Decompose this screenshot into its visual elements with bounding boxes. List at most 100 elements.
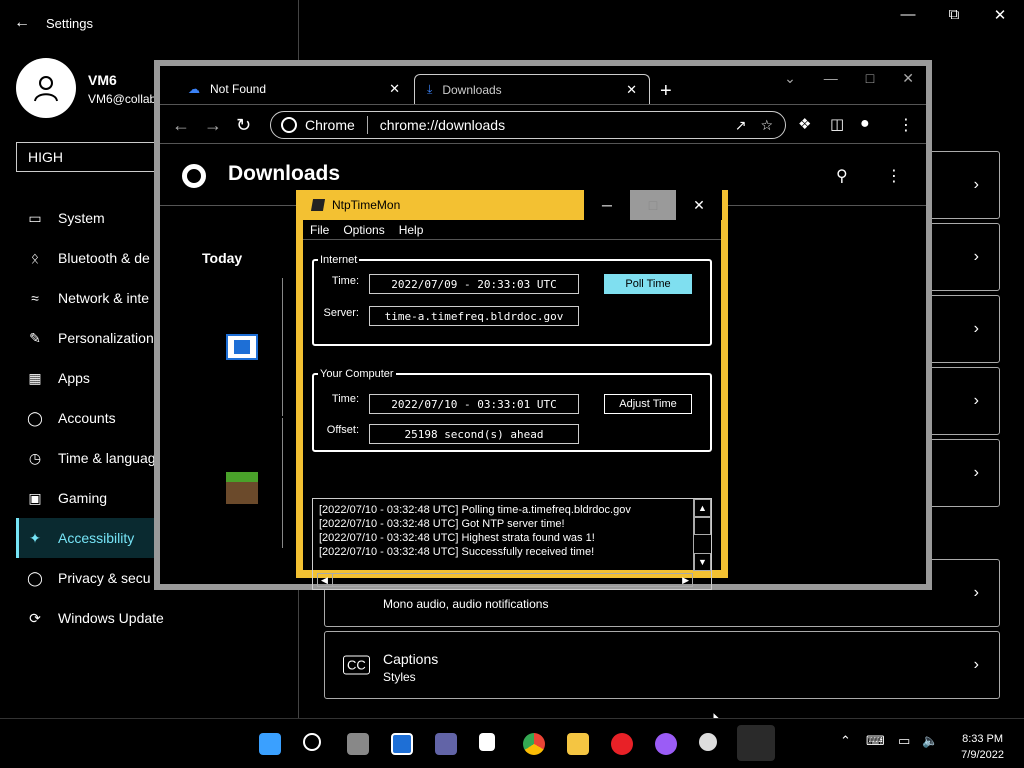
offset-field[interactable]: 25198 second(s) ahead [369, 424, 579, 444]
log-listbox[interactable]: [2022/07/10 - 03:32:48 UTC] Polling time… [312, 498, 712, 590]
ntptimemon-taskbar-button[interactable] [737, 725, 775, 761]
menu-help[interactable]: Help [392, 220, 431, 239]
bookmark-star-icon[interactable]: ☆ [760, 117, 773, 134]
ntp-body: File Options Help Internet Time: 2022/07… [303, 220, 721, 590]
close-icon[interactable]: ✕ [990, 6, 1010, 24]
minecraft-file-icon[interactable] [226, 472, 258, 504]
captions-card[interactable]: CC Captions Styles › [324, 631, 1000, 699]
close-icon: ✕ [693, 196, 705, 213]
back-arrow-icon[interactable]: ← [14, 14, 30, 32]
nav-item-network[interactable]: ≈ Network & inte [16, 278, 176, 318]
windows-start-icon[interactable] [259, 733, 281, 755]
restore-icon[interactable]: ⧉ [944, 6, 964, 24]
nav-item-apps[interactable]: ▦ Apps [16, 358, 176, 398]
minimize-button[interactable]: ─ [584, 190, 630, 220]
kebab-menu-icon[interactable]: ⋮ [898, 115, 914, 135]
omnibox-url[interactable]: chrome://downloads [380, 117, 505, 133]
server-label: Server: [323, 307, 359, 319]
settings-gear-icon[interactable] [699, 733, 717, 751]
internet-time-field[interactable]: 2022/07/09 - 20:33:03 UTC [369, 274, 579, 294]
taskbar-clock[interactable]: 8:33 PM 7/9/2022 [961, 731, 1004, 763]
nav-item-label: Windows Update [58, 610, 164, 626]
minimize-icon: ─ [602, 197, 612, 213]
address-bar[interactable]: Chrome chrome://downloads ↗ ☆ [270, 111, 786, 139]
computer-time-field[interactable]: 2022/07/10 - 03:33:01 UTC [369, 394, 579, 414]
maximize-icon[interactable]: □ [866, 70, 874, 87]
share-icon[interactable]: ↗ [735, 117, 747, 134]
nav-item-accessibility[interactable]: ✦ Accessibility [16, 518, 176, 558]
download-item-divider [282, 418, 283, 548]
adjust-time-button[interactable]: Adjust Time [604, 394, 692, 414]
nav-item-label: Accounts [58, 410, 116, 426]
teams-chat-icon[interactable] [435, 733, 457, 755]
chevron-up-icon[interactable]: ⌃ [840, 733, 851, 749]
log-line: [2022/07/10 - 03:32:48 UTC] Successfully… [319, 546, 595, 558]
back-arrow-icon[interactable]: ← [172, 115, 190, 136]
minimize-icon[interactable]: — [898, 6, 918, 24]
vertical-scrollbar[interactable]: ▲ ▼ [693, 499, 711, 571]
minimize-icon[interactable]: — [824, 70, 838, 87]
file-explorer-icon[interactable] [567, 733, 589, 755]
clock-globe-icon: ◷ [28, 449, 42, 466]
tab-close-icon[interactable]: ✕ [626, 82, 637, 98]
menu-file[interactable]: File [303, 220, 336, 239]
nav-item-system[interactable]: ▭ System [16, 198, 176, 238]
nav-item-time-language[interactable]: ◷ Time & languag [16, 438, 176, 478]
scroll-down-icon[interactable]: ▼ [694, 553, 711, 571]
profile-avatar-icon[interactable]: ● [860, 115, 870, 133]
task-view-icon[interactable] [347, 733, 369, 755]
widgets-icon[interactable] [391, 733, 413, 755]
yandex-browser-icon[interactable] [611, 733, 633, 755]
scroll-thumb-edge [332, 574, 333, 586]
nav-item-privacy[interactable]: ◯ Privacy & secu [16, 558, 176, 598]
scroll-thumb[interactable] [694, 517, 711, 535]
brush-icon: ✎ [29, 329, 41, 346]
nav-item-personalization[interactable]: ✎ Personalization [16, 318, 176, 358]
scroll-left-icon[interactable]: ◀ [321, 574, 328, 586]
search-icon[interactable]: ⚲ [836, 166, 848, 186]
apps-icon: ▦ [28, 369, 42, 386]
scroll-track[interactable] [694, 535, 711, 553]
settings-nav: ▭ System ᛟ Bluetooth & de ≈ Network & inte … [16, 198, 176, 638]
scroll-right-icon[interactable]: ▶ [682, 574, 689, 586]
horizontal-scrollbar[interactable]: ◀ ▶ [317, 573, 693, 587]
nav-item-label: Apps [58, 370, 90, 386]
volume-icon[interactable]: 🔈 [922, 733, 938, 749]
nav-item-gaming[interactable]: ▣ Gaming [16, 478, 176, 518]
tab-not-found[interactable]: ☁ Not Found ✕ [176, 74, 412, 104]
computer-time-label: Time: [331, 393, 359, 405]
tab-search-chevron-icon[interactable]: ⌄ [784, 70, 796, 87]
chrome-icon[interactable] [523, 733, 545, 755]
extensions-puzzle-icon[interactable]: ❖ [798, 115, 811, 133]
menu-options[interactable]: Options [336, 220, 391, 239]
nav-item-bluetooth[interactable]: ᛟ Bluetooth & de [16, 238, 176, 278]
side-panel-icon[interactable]: ◫ [830, 115, 844, 133]
tab-close-icon[interactable]: ✕ [389, 81, 400, 97]
person-icon [34, 76, 58, 102]
nav-item-accounts[interactable]: ◯ Accounts [16, 398, 176, 438]
scroll-up-icon[interactable]: ▲ [694, 499, 711, 517]
nav-item-label: Bluetooth & de [58, 250, 150, 266]
nav-item-windows-update[interactable]: ⟳ Windows Update [16, 598, 176, 638]
poll-time-button[interactable]: Poll Time [604, 274, 692, 294]
avatar[interactable] [16, 58, 76, 118]
alice-assistant-icon[interactable] [655, 733, 677, 755]
store-icon[interactable] [479, 733, 495, 751]
kebab-menu-icon[interactable]: ⋮ [886, 166, 902, 186]
close-button[interactable]: ✕ [676, 190, 722, 220]
new-tab-plus-icon[interactable]: + [660, 80, 672, 103]
forward-arrow-icon[interactable]: → [204, 115, 222, 136]
server-field[interactable]: time-a.timefreq.bldrdoc.gov [369, 306, 579, 326]
network-icon[interactable]: ▭ [898, 733, 910, 749]
keyboard-icon[interactable]: ⌨ [866, 733, 885, 749]
monitor-icon: ▭ [28, 209, 42, 226]
reload-icon[interactable]: ↻ [236, 115, 251, 136]
close-icon[interactable]: ✕ [902, 70, 914, 87]
search-icon[interactable] [303, 733, 321, 751]
settings-search-input[interactable]: HIGH [16, 142, 176, 172]
clock-date: 7/9/2022 [961, 749, 1004, 761]
tab-downloads[interactable]: ⤓ Downloads ✕ [414, 74, 650, 104]
installer-file-icon[interactable] [226, 334, 258, 360]
download-item-divider [282, 278, 283, 416]
shield-icon: ◯ [27, 569, 43, 586]
